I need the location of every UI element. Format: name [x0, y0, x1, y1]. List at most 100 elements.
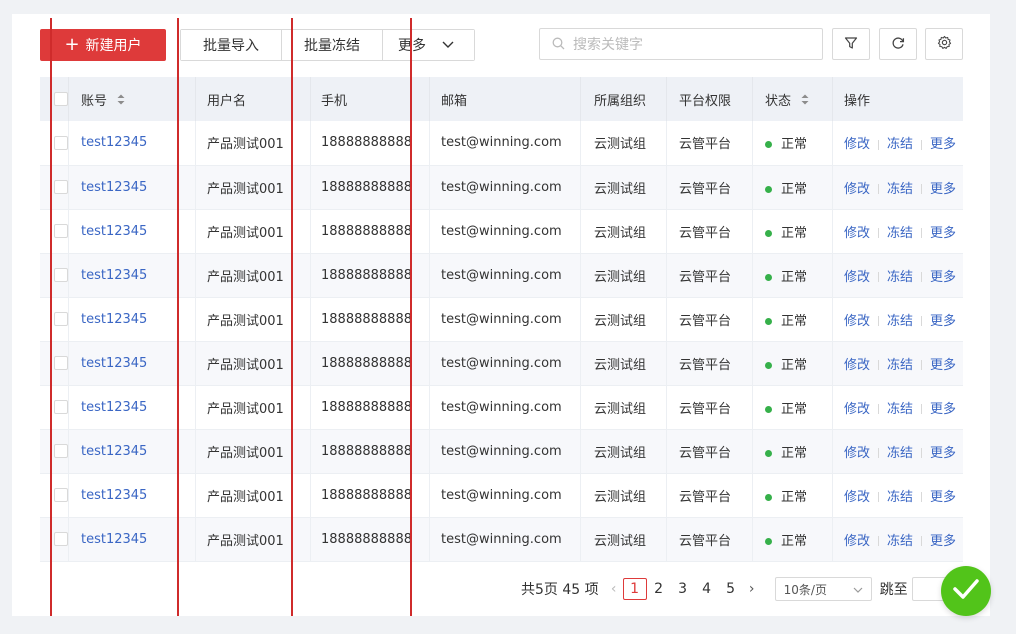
divider — [921, 536, 923, 546]
more-link[interactable]: 更多 — [930, 402, 956, 417]
actions-cell: 修改 冻结 更多 — [832, 165, 963, 210]
org-cell: 云测试组 — [580, 473, 667, 518]
row-checkbox[interactable] — [54, 488, 68, 502]
status-text: 正常 — [781, 489, 808, 505]
confirm-button[interactable] — [941, 566, 991, 616]
status-dot — [765, 405, 772, 413]
more-link[interactable]: 更多 — [930, 534, 956, 549]
edit-link[interactable]: 修改 — [844, 402, 870, 417]
email-cell: test@winning.com — [429, 429, 581, 474]
account-link[interactable]: test12345 — [81, 180, 147, 195]
row-select-cell — [40, 209, 69, 254]
more-link[interactable]: 更多 — [930, 137, 956, 152]
account-link[interactable]: test12345 — [81, 224, 147, 239]
header-status[interactable]: 状态 — [752, 77, 833, 121]
new-user-button[interactable]: + 新建用户 — [40, 29, 166, 61]
row-checkbox[interactable] — [54, 268, 68, 282]
permission-cell: 云管平台 — [666, 209, 753, 254]
account-link[interactable]: test12345 — [81, 356, 147, 371]
freeze-link[interactable]: 冻结 — [887, 446, 913, 461]
freeze-link[interactable]: 冻结 — [887, 314, 913, 329]
account-link[interactable]: test12345 — [81, 312, 147, 327]
more-dropdown-label: 更多 — [398, 38, 426, 54]
org-cell: 云测试组 — [580, 209, 667, 254]
more-link[interactable]: 更多 — [930, 314, 956, 329]
plus-icon: + — [64, 34, 80, 55]
freeze-link[interactable]: 冻结 — [887, 534, 913, 549]
freeze-link[interactable]: 冻结 — [887, 358, 913, 373]
edit-link[interactable]: 修改 — [844, 270, 870, 285]
freeze-link[interactable]: 冻结 — [887, 182, 913, 197]
freeze-link[interactable]: 冻结 — [887, 490, 913, 505]
edit-link[interactable]: 修改 — [844, 226, 870, 241]
edit-link[interactable]: 修改 — [844, 534, 870, 549]
select-all-checkbox[interactable] — [54, 92, 68, 106]
edit-link[interactable]: 修改 — [844, 137, 870, 152]
permission-cell: 云管平台 — [666, 429, 753, 474]
actions-cell: 修改 冻结 更多 — [832, 385, 963, 430]
more-link[interactable]: 更多 — [930, 358, 956, 373]
header-permission: 平台权限 — [666, 77, 753, 121]
page-2[interactable]: 2 — [647, 578, 671, 600]
chevron-left-icon[interactable]: ‹ — [605, 581, 623, 597]
freeze-link[interactable]: 冻结 — [887, 270, 913, 285]
chevron-right-icon[interactable]: › — [743, 581, 761, 597]
batch-freeze-button[interactable]: 批量冻结 — [282, 30, 383, 60]
account-link[interactable]: test12345 — [81, 268, 147, 283]
org-cell: 云测试组 — [580, 385, 667, 430]
more-link[interactable]: 更多 — [930, 490, 956, 505]
guide-line — [291, 18, 293, 616]
guide-line — [177, 18, 179, 616]
freeze-link[interactable]: 冻结 — [887, 402, 913, 417]
more-dropdown[interactable]: 更多 — [383, 30, 474, 60]
edit-link[interactable]: 修改 — [844, 358, 870, 373]
row-select-cell — [40, 341, 69, 386]
edit-link[interactable]: 修改 — [844, 314, 870, 329]
page-5[interactable]: 5 — [719, 578, 743, 600]
more-link[interactable]: 更多 — [930, 446, 956, 461]
status-cell: 正常 — [752, 341, 833, 386]
page-size-select[interactable]: 10条/页 — [774, 577, 872, 601]
sort-icon[interactable] — [801, 94, 809, 109]
page-3[interactable]: 3 — [671, 578, 695, 600]
more-link[interactable]: 更多 — [930, 182, 956, 197]
edit-link[interactable]: 修改 — [844, 182, 870, 197]
row-select-cell — [40, 473, 69, 518]
row-checkbox[interactable] — [54, 356, 68, 370]
batch-import-button[interactable]: 批量导入 — [181, 30, 282, 60]
account-link[interactable]: test12345 — [81, 400, 147, 415]
account-link[interactable]: test12345 — [81, 444, 147, 459]
org-cell: 云测试组 — [580, 121, 667, 166]
sort-icon[interactable] — [117, 94, 125, 109]
select-all-cell — [40, 77, 69, 121]
more-link[interactable]: 更多 — [930, 226, 956, 241]
username-cell: 产品测试001 — [195, 341, 311, 386]
row-checkbox[interactable] — [54, 180, 68, 194]
row-checkbox[interactable] — [54, 532, 68, 546]
divider — [921, 404, 923, 414]
row-checkbox[interactable] — [54, 400, 68, 414]
refresh-button[interactable] — [879, 28, 917, 60]
row-checkbox[interactable] — [54, 224, 68, 238]
filter-button[interactable] — [832, 28, 870, 60]
header-actions: 操作 — [832, 77, 963, 121]
edit-link[interactable]: 修改 — [844, 446, 870, 461]
status-dot — [765, 493, 772, 501]
more-link[interactable]: 更多 — [930, 270, 956, 285]
settings-button[interactable] — [925, 28, 963, 60]
row-checkbox[interactable] — [54, 135, 68, 150]
row-checkbox[interactable] — [54, 312, 68, 326]
edit-link[interactable]: 修改 — [844, 490, 870, 505]
search-input[interactable]: 搜索关键字 — [539, 28, 823, 60]
freeze-link[interactable]: 冻结 — [887, 226, 913, 241]
freeze-link[interactable]: 冻结 — [887, 137, 913, 152]
account-link[interactable]: test12345 — [81, 488, 147, 503]
account-link[interactable]: test12345 — [81, 532, 147, 547]
email-cell: test@winning.com — [429, 253, 581, 298]
account-link[interactable]: test12345 — [81, 135, 147, 150]
page-1[interactable]: 1 — [622, 578, 647, 600]
actions-cell: 修改 冻结 更多 — [832, 473, 963, 518]
divider — [878, 448, 880, 458]
row-checkbox[interactable] — [54, 444, 68, 458]
page-4[interactable]: 4 — [695, 578, 719, 600]
